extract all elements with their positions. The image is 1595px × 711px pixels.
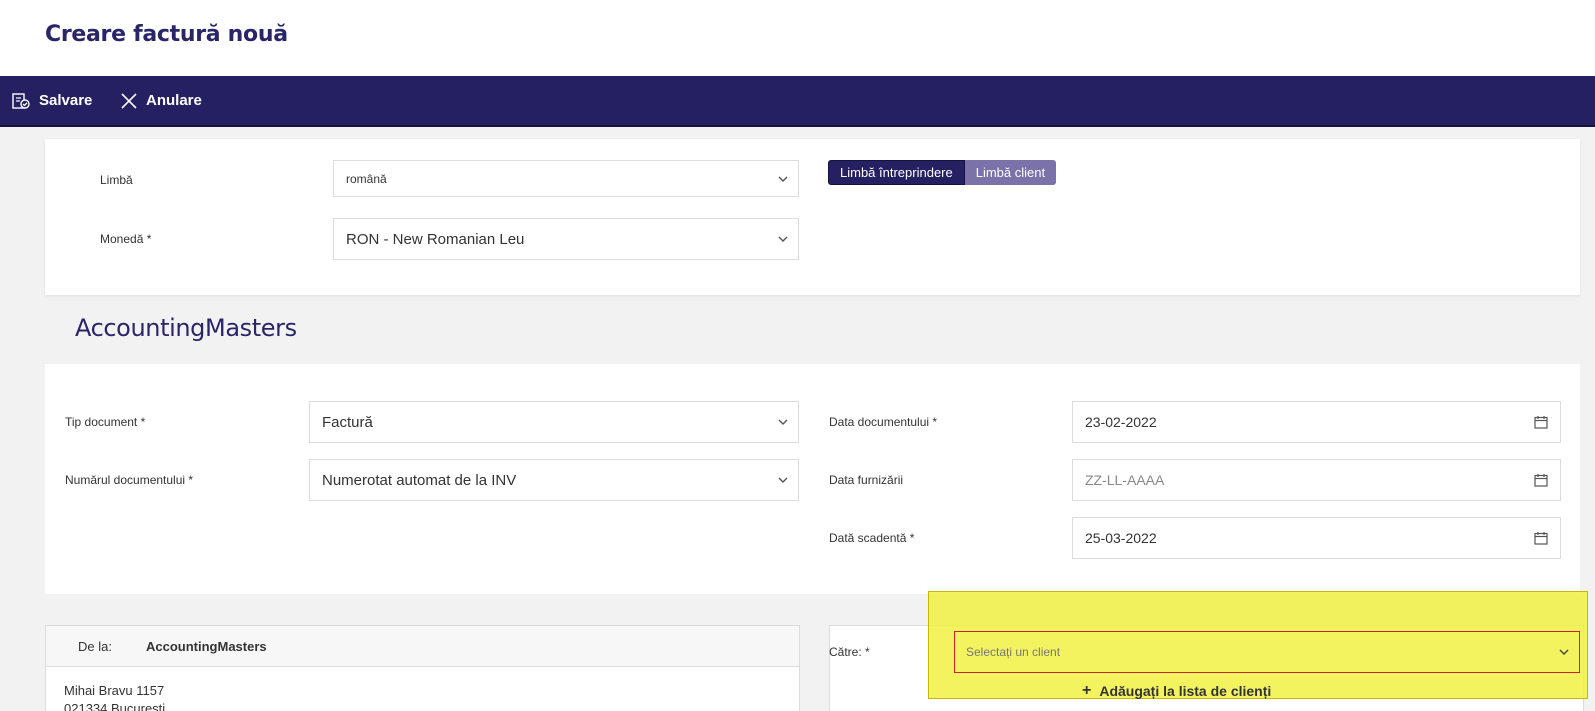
document-date-value: 23-02-2022 — [1085, 414, 1157, 430]
client-select[interactable]: Selectați un client — [954, 631, 1580, 673]
save-document-icon — [12, 92, 30, 109]
chevron-down-icon — [1559, 649, 1569, 655]
calendar-icon[interactable] — [1534, 415, 1548, 429]
document-type-select[interactable]: Factură — [309, 401, 799, 443]
language-select[interactable]: română — [333, 160, 799, 197]
document-type-label: Tip document * — [65, 415, 146, 429]
cancel-button[interactable]: Anulare — [120, 76, 202, 125]
from-label: De la: — [78, 639, 112, 654]
save-button[interactable]: Salvare — [11, 76, 92, 125]
delivery-date-label: Data furnizării — [829, 473, 904, 487]
add-client-label: Adăugați la lista de clienți — [1099, 683, 1272, 699]
document-number-value: Numerotat automat de la INV — [322, 471, 517, 489]
due-date-input[interactable]: 25-03-2022 — [1072, 517, 1561, 559]
from-company-name: AccountingMasters — [146, 639, 267, 654]
company-heading: AccountingMasters — [75, 314, 297, 342]
chevron-down-icon — [778, 419, 788, 425]
delivery-date-input[interactable]: ZZ-LL-AAAA — [1072, 459, 1561, 501]
due-date-label: Dată scadentă * — [829, 531, 915, 545]
from-header: De la: AccountingMasters — [46, 626, 799, 667]
plus-icon: + — [1082, 682, 1092, 699]
cancel-label: Anulare — [146, 92, 202, 109]
settings-card — [45, 139, 1580, 295]
close-icon — [121, 92, 137, 109]
calendar-icon[interactable] — [1534, 531, 1548, 545]
calendar-icon[interactable] — [1534, 473, 1548, 487]
language-value: română — [346, 171, 387, 186]
page-title: Creare factură nouă — [45, 22, 288, 47]
chevron-down-icon — [778, 236, 788, 242]
save-label: Salvare — [39, 92, 93, 109]
page-header: Creare factură nouă — [0, 0, 1595, 76]
due-date-value: 25-03-2022 — [1085, 530, 1157, 546]
document-number-label: Numărul documentului * — [65, 473, 194, 487]
to-label: Către: * — [829, 645, 870, 659]
document-date-input[interactable]: 23-02-2022 — [1072, 401, 1561, 443]
currency-value: RON - New Romanian Leu — [346, 230, 525, 248]
language-toggle: Limbă întreprindere Limbă client — [828, 160, 1057, 185]
toolbar: Salvare Anulare — [0, 76, 1595, 127]
document-type-value: Factură — [322, 413, 373, 431]
chevron-down-icon — [778, 176, 788, 182]
document-date-label: Data documentului * — [829, 415, 938, 429]
from-address-line1: Mihai Bravu 1157 — [64, 683, 165, 698]
client-language-button[interactable]: Limbă client — [964, 160, 1057, 185]
currency-select[interactable]: RON - New Romanian Leu — [333, 218, 799, 260]
document-number-select[interactable]: Numerotat automat de la INV — [309, 459, 799, 501]
from-address-line2: 021334 București — [64, 701, 166, 711]
language-label: Limbă — [100, 173, 133, 187]
add-client-button[interactable]: + Adăugați la lista de clienți — [1082, 682, 1271, 700]
delivery-date-placeholder: ZZ-LL-AAAA — [1085, 472, 1165, 488]
chevron-down-icon — [778, 477, 788, 483]
client-select-placeholder: Selectați un client — [966, 645, 1061, 659]
from-card: De la: AccountingMasters Mihai Bravu 115… — [45, 625, 800, 711]
currency-label: Monedă * — [100, 232, 152, 246]
company-language-button[interactable]: Limbă întreprindere — [828, 160, 965, 185]
